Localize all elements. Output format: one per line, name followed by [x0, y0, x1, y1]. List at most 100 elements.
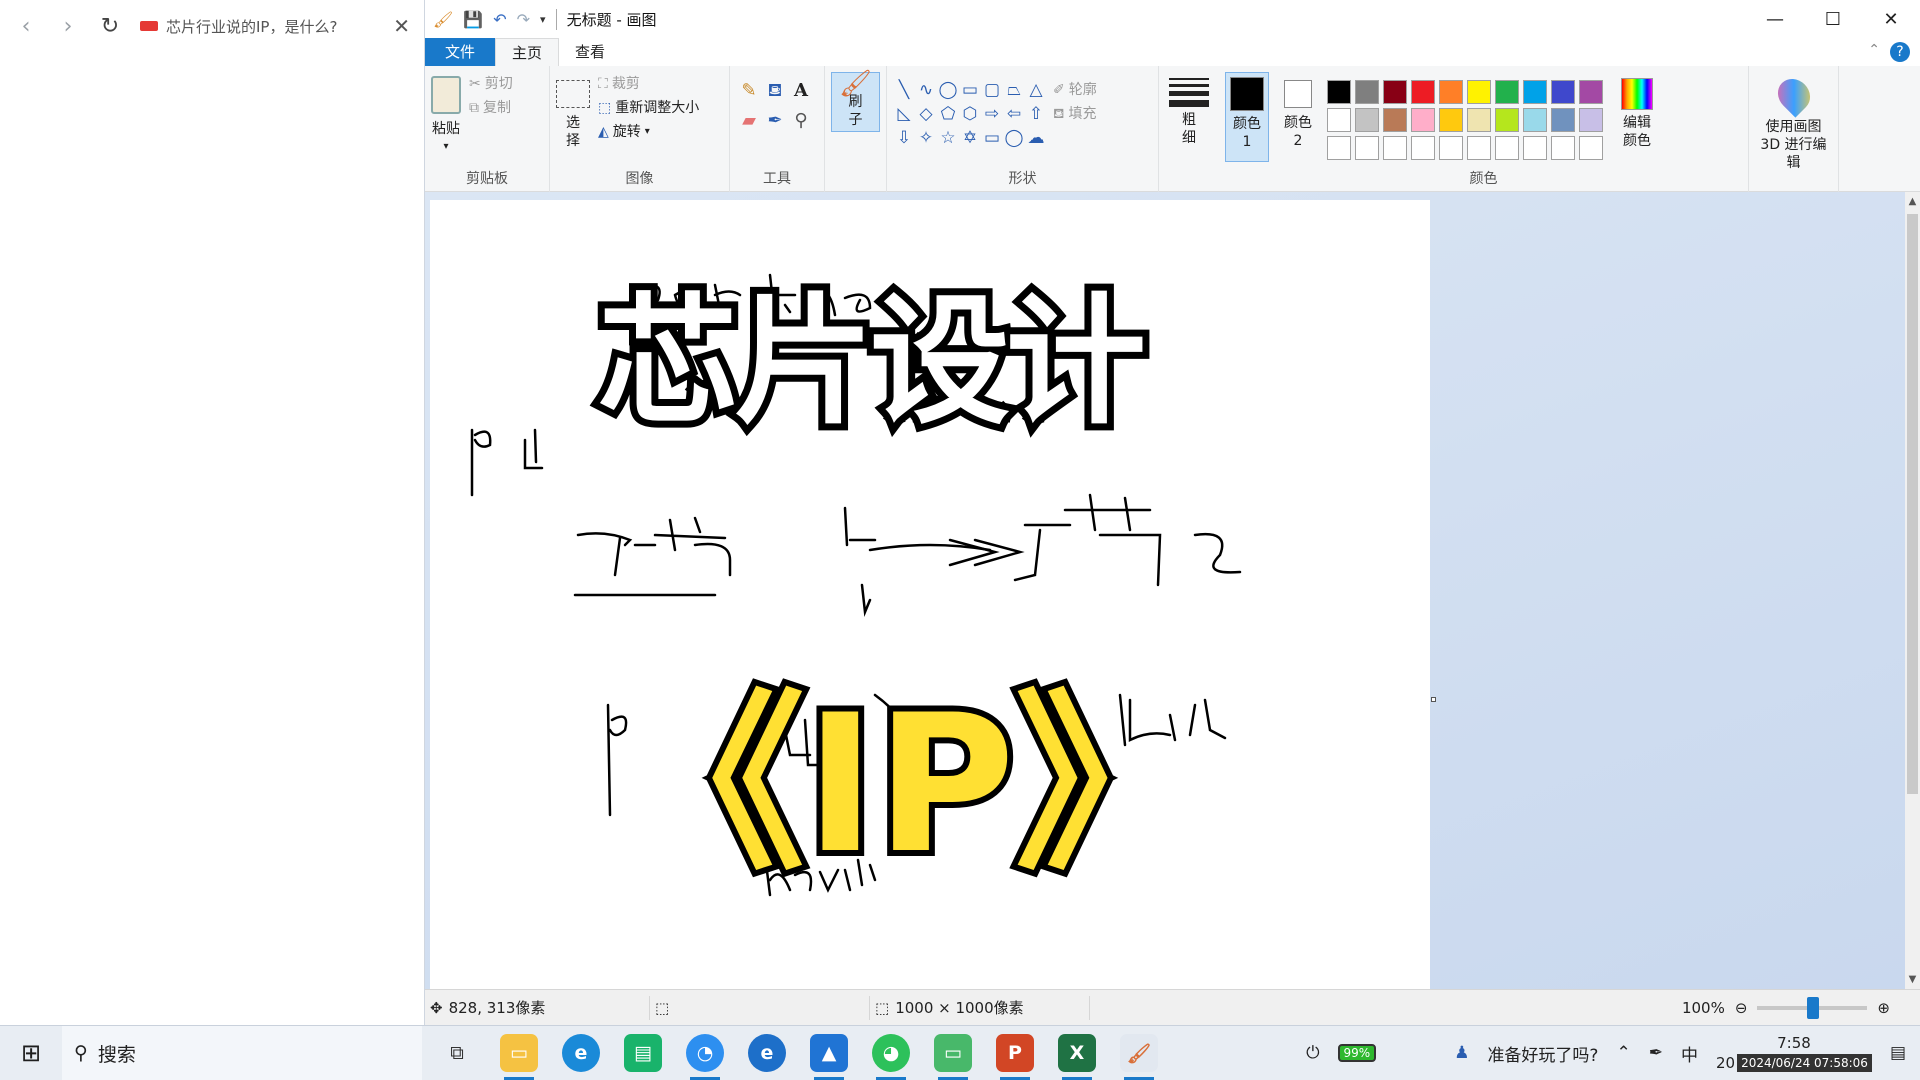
paint-taskbar-icon[interactable]: 🖌 — [1120, 1034, 1158, 1080]
rotate-button[interactable]: ◭ 旋转 ▾ — [598, 120, 699, 144]
palette-swatch[interactable] — [1467, 108, 1491, 132]
ime-indicator[interactable]: 中 — [1681, 1041, 1698, 1066]
vertical-scrollbar[interactable]: ▲ ▼ — [1905, 192, 1920, 989]
zoom-in-icon[interactable]: ⊕ — [1877, 999, 1890, 1017]
edit-colors-button[interactable]: 编辑颜色 — [1621, 72, 1653, 162]
save-icon[interactable]: 💾 — [463, 10, 483, 29]
zoom-slider[interactable] — [1757, 996, 1868, 1019]
drawing-canvas[interactable]: 芯片设计 《IP》 — [430, 200, 1430, 989]
battery-indicator[interactable]: 99% — [1337, 1044, 1377, 1062]
palette-swatch[interactable] — [1355, 80, 1379, 104]
copy-button[interactable]: ⧉ 复制 — [469, 96, 513, 120]
up-arrow-shape-icon[interactable]: ⇧ — [1025, 104, 1047, 128]
oval-shape-icon[interactable]: ◯ — [937, 80, 959, 104]
palette-swatch[interactable] — [1439, 136, 1463, 160]
size-button[interactable]: 粗细 — [1165, 72, 1213, 147]
forward-arrow-icon[interactable]: › — [56, 14, 80, 39]
palette-swatch[interactable] — [1439, 80, 1463, 104]
left-arrow-shape-icon[interactable]: ⇦ — [1003, 104, 1025, 128]
palette-swatch[interactable] — [1327, 136, 1351, 160]
cut-button[interactable]: ✂ 剪切 — [469, 72, 513, 96]
tab-file[interactable]: 文件 — [425, 38, 495, 66]
star6-shape-icon[interactable]: ✡ — [959, 128, 981, 152]
triangle-shape-icon[interactable]: △ — [1025, 80, 1047, 104]
palette-swatch[interactable] — [1495, 136, 1519, 160]
brushes-button[interactable]: 🖌 刷子 — [831, 71, 880, 132]
color-palette[interactable] — [1327, 80, 1605, 162]
collapse-ribbon-icon[interactable]: ⌃ — [1868, 42, 1880, 58]
palette-swatch[interactable] — [1411, 80, 1435, 104]
edge-browser-icon[interactable]: e — [562, 1034, 600, 1072]
palette-swatch[interactable] — [1551, 108, 1575, 132]
paste-button[interactable]: 粘贴 ▾ — [431, 72, 461, 156]
back-arrow-icon[interactable]: ‹ — [14, 14, 38, 39]
pen-icon[interactable]: ✒ — [1649, 1043, 1663, 1063]
store-icon[interactable]: ▤ — [624, 1034, 662, 1072]
pencil-icon[interactable]: ✎ — [736, 80, 762, 110]
palette-swatch[interactable] — [1523, 136, 1547, 160]
select-button[interactable]: 选择 — [556, 72, 590, 150]
palette-swatch[interactable] — [1355, 136, 1379, 160]
palette-swatch[interactable] — [1579, 108, 1603, 132]
taskbar-search[interactable]: ⚲ 搜索 — [62, 1025, 422, 1080]
wechat-icon[interactable]: ◕ — [872, 1034, 910, 1080]
palette-swatch[interactable] — [1383, 108, 1407, 132]
palette-swatch[interactable] — [1467, 136, 1491, 160]
down-arrow-shape-icon[interactable]: ⇩ — [893, 128, 915, 152]
color2-button[interactable]: 颜色 2 — [1279, 72, 1317, 162]
text-tool-icon[interactable]: A — [788, 80, 814, 110]
help-icon[interactable]: ? — [1890, 42, 1910, 62]
palette-swatch[interactable] — [1495, 108, 1519, 132]
scrollbar-thumb[interactable] — [1907, 214, 1918, 794]
zoom-slider-knob[interactable] — [1807, 996, 1820, 1019]
resize-button[interactable]: ⬚ 重新调整大小 — [598, 96, 699, 120]
photos-app-icon[interactable]: ▲ — [810, 1034, 848, 1080]
palette-swatch[interactable] — [1439, 108, 1463, 132]
action-center-icon[interactable]: ▤ — [1890, 1043, 1906, 1063]
redo-icon[interactable]: ↷ — [517, 10, 530, 29]
rectangle-shape-icon[interactable]: ▭ — [959, 80, 981, 104]
scroll-up-icon[interactable]: ▲ — [1905, 196, 1920, 207]
curve-shape-icon[interactable]: ∿ — [915, 80, 937, 104]
crop-button[interactable]: ⛶ 裁剪 — [598, 72, 699, 96]
diamond-shape-icon[interactable]: ◇ — [915, 104, 937, 128]
hexagon-shape-icon[interactable]: ⬡ — [959, 104, 981, 128]
palette-swatch[interactable] — [1383, 80, 1407, 104]
zoom-out-icon[interactable]: ⊖ — [1735, 999, 1748, 1017]
fill-bucket-icon[interactable]: ⛾ — [762, 80, 788, 110]
palette-swatch[interactable] — [1411, 136, 1435, 160]
refresh-icon[interactable]: ↻ — [98, 14, 122, 39]
shapes-gallery[interactable]: ╲ ∿ ◯ ▭ ▢ ⏢ △ ◺ ◇ ⬠ ⬡ ⇨ ⇦ ⇧ ⇩ ✧ ☆ ✡ ▭ ◯ ☁ — [893, 80, 1047, 152]
windows-start-icon[interactable]: ⊞ — [0, 1039, 62, 1067]
chat-app-icon[interactable]: ◔ — [686, 1034, 724, 1080]
palette-swatch[interactable] — [1551, 80, 1575, 104]
tray-expand-icon[interactable]: ⌃ — [1616, 1043, 1630, 1063]
canvas-resize-handle[interactable] — [1431, 697, 1436, 702]
color1-button[interactable]: 颜色 1 — [1225, 72, 1269, 162]
tab-home[interactable]: 主页 — [495, 38, 560, 66]
scroll-down-icon[interactable]: ▼ — [1905, 974, 1920, 985]
paint3d-button[interactable]: 使用画图 3D 进行编辑 — [1755, 72, 1832, 172]
tab-view[interactable]: 查看 — [559, 38, 621, 66]
palette-swatch[interactable] — [1551, 136, 1575, 160]
palette-swatch[interactable] — [1579, 80, 1603, 104]
customize-qa-icon[interactable]: ▾ — [540, 13, 546, 26]
palette-swatch[interactable] — [1327, 80, 1351, 104]
callout-oval-shape-icon[interactable]: ◯ — [1003, 128, 1025, 152]
polygon-shape-icon[interactable]: ⏢ — [1003, 80, 1025, 104]
star4-shape-icon[interactable]: ✧ — [915, 128, 937, 152]
palette-swatch[interactable] — [1495, 80, 1519, 104]
powerpoint-icon[interactable]: P — [996, 1034, 1034, 1080]
palette-swatch[interactable] — [1467, 80, 1491, 104]
excel-icon[interactable]: X — [1058, 1034, 1096, 1080]
file-explorer-icon[interactable]: ▭ — [500, 1034, 538, 1080]
paint-app-icon[interactable]: 🖌 — [433, 10, 453, 29]
pentagon-shape-icon[interactable]: ⬠ — [937, 104, 959, 128]
color-picker-icon[interactable]: ✒ — [762, 110, 788, 140]
minimize-button[interactable]: — — [1746, 9, 1804, 30]
notification-text[interactable]: 准备好玩了吗? — [1487, 1041, 1598, 1066]
undo-icon[interactable]: ↶ — [493, 10, 506, 29]
browser-app-icon[interactable]: e — [748, 1034, 786, 1072]
right-triangle-shape-icon[interactable]: ◺ — [893, 104, 915, 128]
callout-rect-shape-icon[interactable]: ▭ — [981, 128, 1003, 152]
